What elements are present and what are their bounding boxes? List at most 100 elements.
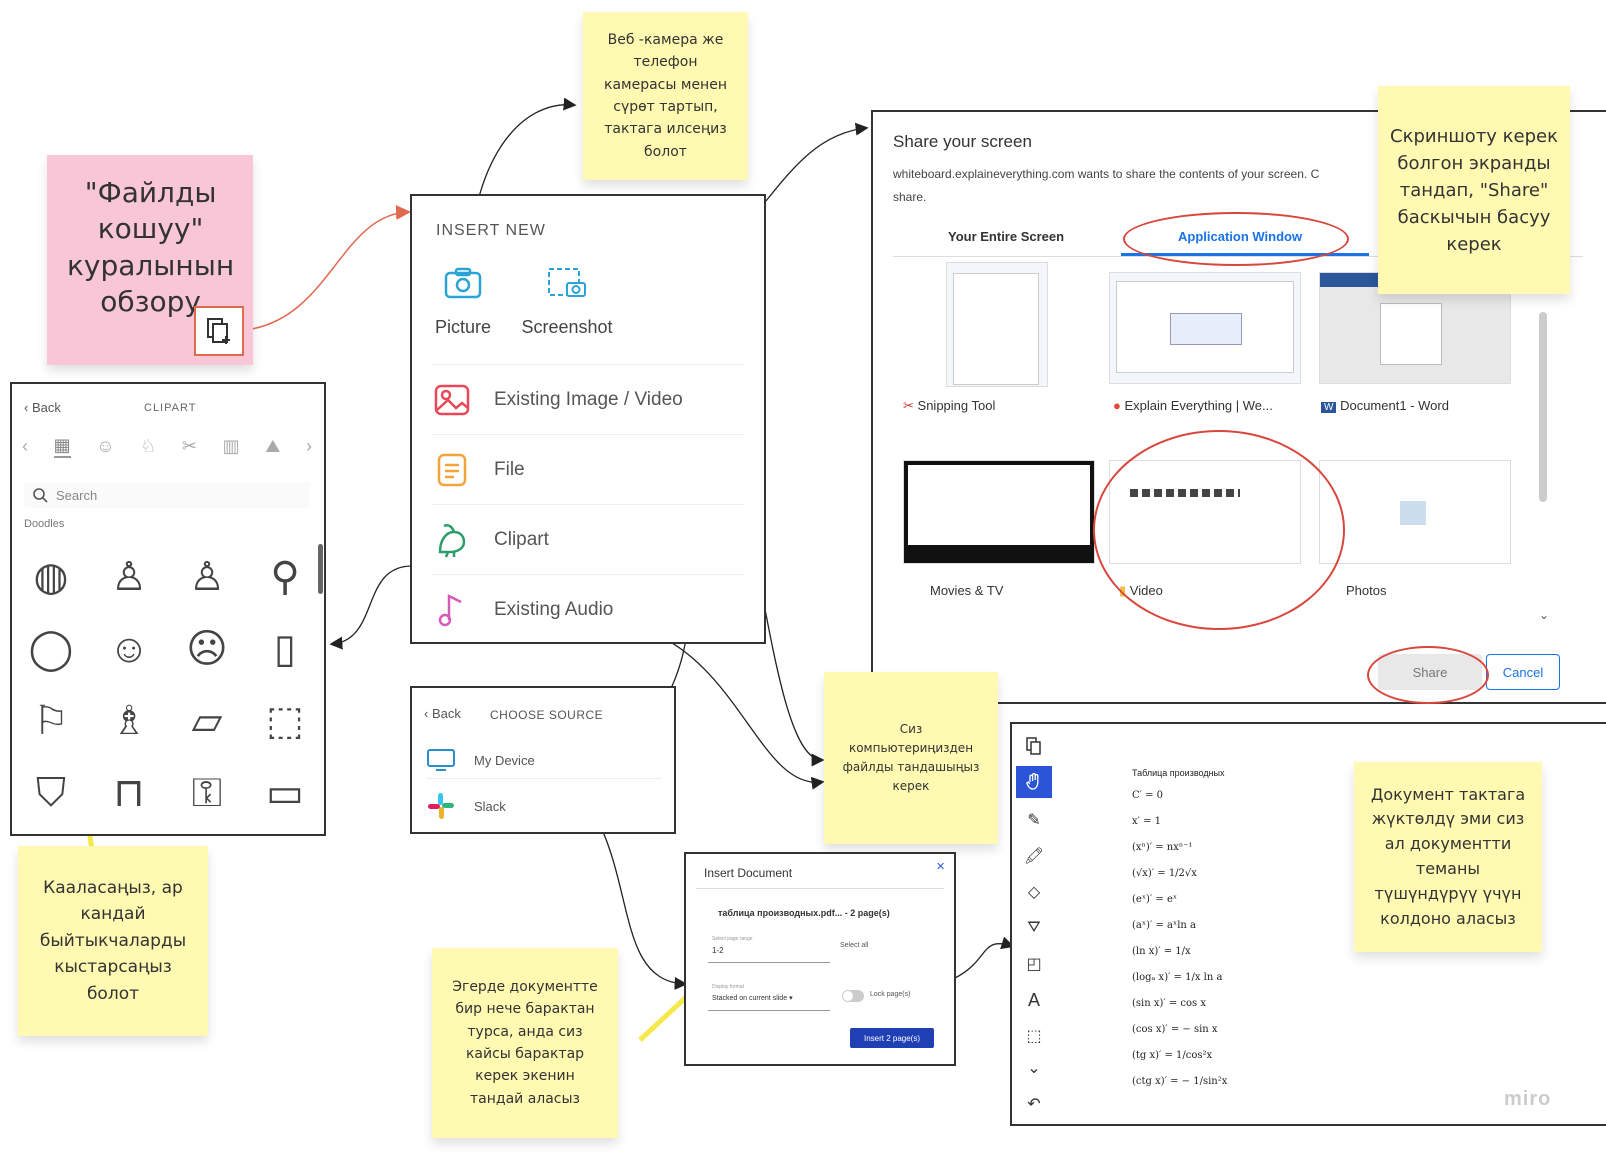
back-label: Back (31, 400, 61, 415)
lock-pages-label: Lock page(s) (870, 991, 911, 998)
friends-icon[interactable]: ♗ (100, 692, 158, 750)
window-label[interactable]: Photos (1346, 583, 1386, 598)
smiley-category-icon[interactable]: ☺ (96, 436, 114, 457)
tools-category-icon[interactable]: ✂ (182, 436, 197, 457)
formula-line: (eˣ)′ = eˣ (1132, 894, 1178, 905)
music-note-icon (432, 590, 472, 630)
shirt-icon[interactable]: ⛉ (22, 764, 80, 822)
select-icon[interactable]: ⬚ (1016, 1020, 1052, 1052)
file-row[interactable]: File (432, 434, 744, 505)
slack-option[interactable]: Slack (426, 788, 662, 824)
pants-icon[interactable]: ⊓ (100, 764, 158, 822)
clipart-panel: ‹ Back CLIPART ‹ ▦ ☺ ♘ ✂ ▥ ⛰ › Search Do… (10, 382, 326, 836)
chevron-left-icon[interactable]: ‹ (22, 436, 28, 457)
window-label[interactable]: ● Explain Everything | We... (1113, 398, 1273, 413)
portrait-icon[interactable]: ▯ (256, 620, 314, 678)
chrome-icon: ● (1113, 398, 1121, 413)
window-label[interactable]: ✂ Snipping Tool (903, 398, 995, 414)
table-icon[interactable]: ⏥ (178, 692, 236, 750)
page-range-value: 1-2 (712, 946, 724, 955)
window-thumbnail[interactable] (1109, 272, 1301, 384)
picture-button[interactable]: Picture (430, 266, 496, 338)
page-range-field[interactable]: Select page range 1-2 (708, 936, 830, 963)
display-format-label: Display format (712, 984, 744, 990)
lock-pages-toggle[interactable] (842, 990, 864, 1002)
back-button[interactable]: ‹ Back (24, 400, 61, 415)
insert-doc-filename: таблица производных.pdf... - 2 page(s) (718, 908, 890, 918)
window-label[interactable]: W Document1 - Word (1321, 398, 1449, 413)
select-all-link[interactable]: Select all (840, 942, 868, 949)
building-category-icon[interactable]: ▥ (223, 436, 240, 457)
window-label[interactable]: Movies & TV (930, 583, 1003, 598)
existing-image-row[interactable]: Existing Image / Video (432, 364, 744, 435)
window-thumbnail[interactable] (1319, 460, 1511, 564)
window-thumbnail[interactable] (946, 262, 1048, 387)
tab-entire-screen[interactable]: Your Entire Screen (948, 229, 1064, 244)
scrollbar[interactable] (1539, 312, 1547, 502)
clipart-row[interactable]: Clipart (432, 504, 744, 575)
display-format-select[interactable]: Display format Stacked on current slide … (708, 984, 830, 1011)
scissors-icon: ✂ (903, 398, 914, 413)
undo-icon[interactable]: ↶ (1016, 1088, 1052, 1120)
person-icon[interactable]: ♙ (100, 548, 158, 606)
existing-audio-row[interactable]: Existing Audio (432, 574, 744, 645)
insert-pages-button[interactable]: Insert 2 page(s) (850, 1028, 934, 1048)
formula-line: (xⁿ)′ = nxⁿ⁻¹ (1132, 842, 1193, 853)
sad-face-icon[interactable]: ☹ (178, 620, 236, 678)
chevron-down-icon[interactable]: ⌄ (1016, 1052, 1052, 1084)
scrollbar[interactable] (318, 544, 323, 594)
chevron-left-icon: ‹ (24, 400, 32, 415)
webcam-note: Веб -камера же телефон камерасы менен сү… (583, 12, 748, 180)
document-table-title: Таблица производных (1132, 768, 1225, 778)
screenshot-icon (548, 268, 586, 297)
smiley-icon[interactable]: ☺ (100, 620, 158, 678)
window-thumbnail[interactable] (903, 460, 1095, 564)
cancel-button[interactable]: Cancel (1486, 654, 1560, 690)
globe-icon[interactable]: ◍ (22, 548, 80, 606)
face-icon[interactable]: ◯ (22, 620, 80, 678)
text-icon[interactable]: A (1016, 984, 1052, 1016)
doodle-category-icon[interactable]: ▦ (53, 435, 71, 458)
animal-category-icon[interactable]: ♘ (140, 436, 156, 457)
doc-note: Документ тактага жүктөлдү эми сиз ал док… (1354, 762, 1542, 952)
highlighter-icon[interactable]: 🖍 (1016, 840, 1052, 872)
existing-audio-label: Existing Audio (494, 599, 614, 620)
person-icon[interactable]: ♙ (178, 548, 236, 606)
highlight-ellipse (1123, 212, 1349, 266)
share-description: whiteboard.explaineverything.com wants t… (893, 167, 1320, 181)
insert-file-icon[interactable] (194, 306, 244, 356)
runner-icon[interactable]: ⚲ (256, 548, 314, 606)
insert-file-icon[interactable] (1016, 730, 1052, 762)
clipart-title: CLIPART (144, 402, 197, 414)
monitor-icon (427, 749, 455, 771)
slack-icon (428, 793, 454, 819)
pen-icon[interactable]: ✎ (1016, 804, 1052, 836)
insert-new-heading: INSERT NEW (436, 222, 546, 239)
my-device-option[interactable]: My Device (426, 742, 662, 779)
close-icon[interactable]: ✕ (936, 860, 945, 873)
landscape-category-icon[interactable]: ⛰ (265, 436, 280, 457)
clipart-label: Clipart (494, 529, 549, 550)
chevron-right-icon[interactable]: › (306, 436, 312, 457)
pages-note: Эгерде документте бир нече барактан турс… (432, 948, 618, 1138)
phone-icon[interactable]: ▭ (256, 764, 314, 822)
slack-label: Slack (474, 798, 506, 814)
clipart-search[interactable]: Search (24, 482, 310, 508)
chevron-down-icon[interactable]: ⌄ (1539, 608, 1549, 622)
picture-label: Picture (434, 317, 492, 337)
eraser-icon[interactable]: ◇ (1016, 876, 1052, 908)
share-highlight-ellipse (1367, 646, 1489, 704)
divider (696, 888, 944, 889)
screenshot-button[interactable]: Screenshot (514, 266, 620, 338)
fill-icon[interactable]: ⛛ (1016, 912, 1052, 944)
formula-line: (logₐ x)′ = 1/x ln a (1132, 972, 1223, 983)
file-label: File (494, 459, 525, 480)
shapes-icon[interactable]: ◰ (1016, 948, 1052, 980)
back-button[interactable]: ‹ Back (424, 706, 461, 721)
box-icon[interactable]: ⬚ (256, 692, 314, 750)
formula-line: (tg x)′ = 1/cos²x (1132, 1050, 1213, 1061)
easel-icon[interactable]: ⚐ (22, 692, 80, 750)
key-icon[interactable]: ⚿ (178, 764, 236, 822)
file-icon (432, 450, 472, 490)
hand-icon[interactable] (1016, 766, 1052, 798)
